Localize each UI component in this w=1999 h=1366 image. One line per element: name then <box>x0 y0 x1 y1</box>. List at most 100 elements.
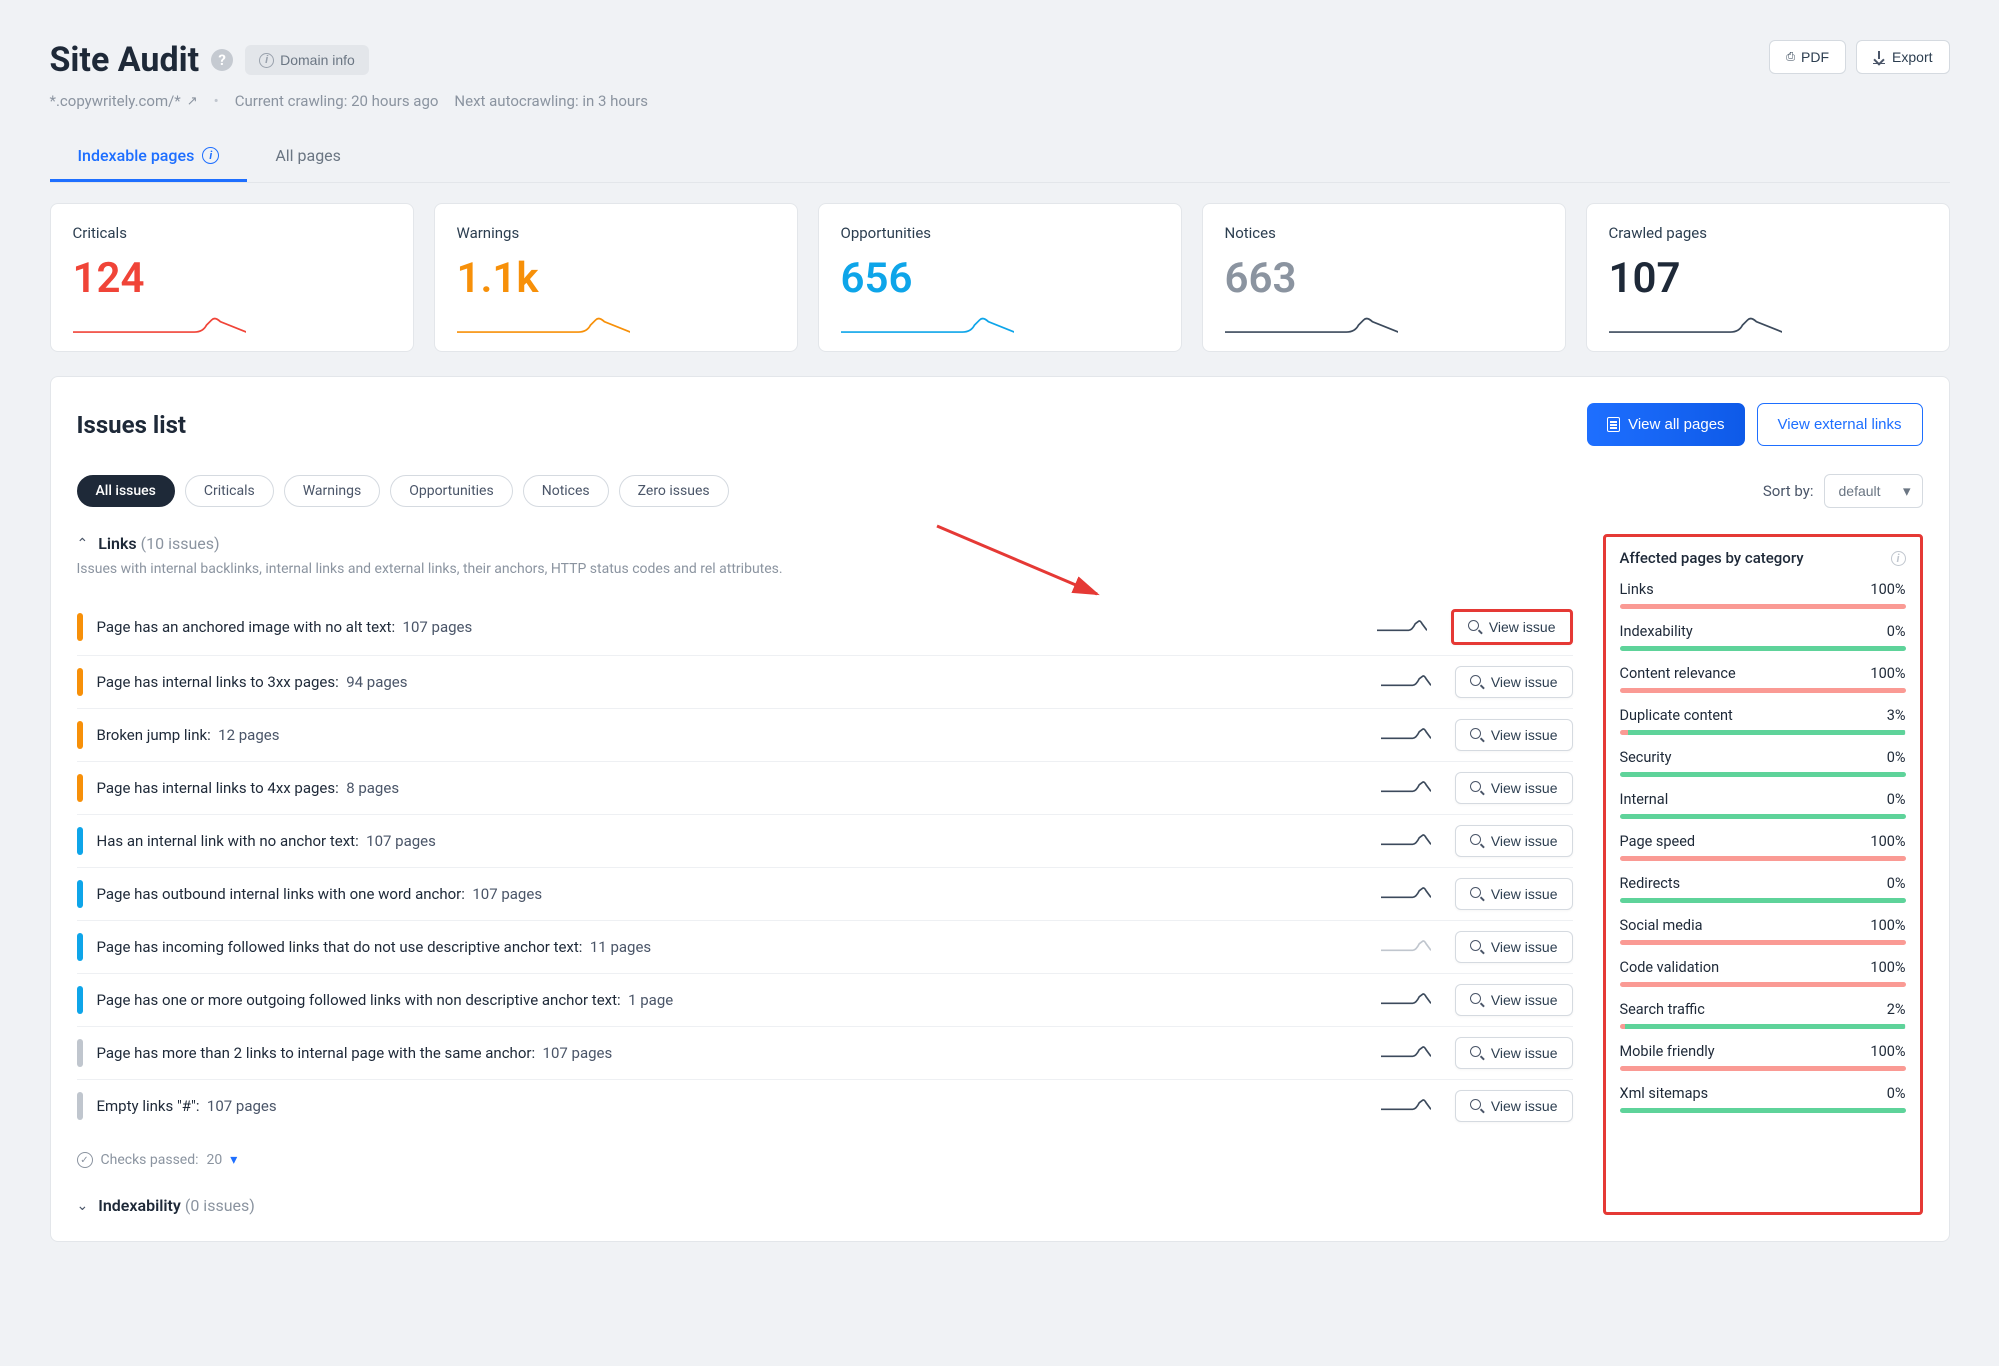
filter-chip[interactable]: Opportunities <box>390 475 513 507</box>
view-external-links-button[interactable]: View external links <box>1757 403 1923 446</box>
category-item[interactable]: Indexability 0% <box>1620 623 1906 651</box>
category-pct: 100% <box>1870 581 1905 598</box>
tab-indexable-pages[interactable]: Indexable pages i <box>50 132 248 182</box>
issue-row: Has an internal link with no anchor text… <box>77 814 1573 867</box>
checks-passed[interactable]: ✓ Checks passed: 20 ▾ <box>77 1152 1573 1168</box>
severity-indicator <box>77 880 83 908</box>
search-icon <box>1470 728 1484 742</box>
category-pct: 2% <box>1887 1001 1906 1018</box>
issue-pages-count: 107 pages <box>403 618 473 636</box>
filter-chip[interactable]: Zero issues <box>619 475 729 507</box>
pdf-icon: ⎙ <box>1786 51 1794 64</box>
issue-pages-count: 1 page <box>628 991 673 1009</box>
category-item[interactable]: Code validation 100% <box>1620 959 1906 987</box>
checks-passed-value: 20 <box>207 1152 223 1168</box>
issue-text[interactable]: Has an internal link with no anchor text… <box>97 832 1367 850</box>
view-issue-button[interactable]: View issue <box>1455 878 1573 910</box>
sparkline <box>1381 672 1431 692</box>
issue-text[interactable]: Page has an anchored image with no alt t… <box>97 618 1363 636</box>
view-issue-button[interactable]: View issue <box>1451 609 1573 645</box>
filter-chip[interactable]: Criticals <box>185 475 274 507</box>
view-issue-button[interactable]: View issue <box>1455 984 1573 1016</box>
view-issue-label: View issue <box>1491 886 1558 902</box>
category-item[interactable]: Duplicate content 3% <box>1620 707 1906 735</box>
stat-value: 124 <box>73 254 391 303</box>
category-pct: 100% <box>1870 959 1905 976</box>
view-issue-label: View issue <box>1491 939 1558 955</box>
category-item[interactable]: Links 100% <box>1620 581 1906 609</box>
issue-text[interactable]: Page has internal links to 4xx pages: 8 … <box>97 779 1367 797</box>
tab-indexable-label: Indexable pages <box>78 146 195 165</box>
sort-select[interactable]: default <box>1824 474 1923 508</box>
category-name: Redirects <box>1620 875 1681 892</box>
category-item[interactable]: Xml sitemaps 0% <box>1620 1085 1906 1113</box>
issue-row: Page has more than 2 links to internal p… <box>77 1026 1573 1079</box>
category-item[interactable]: Security 0% <box>1620 749 1906 777</box>
links-section-title: Links (10 issues) <box>98 534 219 553</box>
issue-text[interactable]: Page has more than 2 links to internal p… <box>97 1044 1367 1062</box>
search-icon <box>1470 675 1484 689</box>
view-issue-button[interactable]: View issue <box>1455 1037 1573 1069</box>
stat-card[interactable]: Criticals 124 <box>50 203 414 352</box>
view-issue-button[interactable]: View issue <box>1455 825 1573 857</box>
domain-link[interactable]: *.copywritely.com/* ↗ <box>50 92 198 110</box>
category-pct: 100% <box>1870 833 1905 850</box>
info-icon[interactable]: i <box>1891 551 1906 566</box>
category-name: Duplicate content <box>1620 707 1733 724</box>
category-item[interactable]: Redirects 0% <box>1620 875 1906 903</box>
category-pct: 0% <box>1887 1085 1906 1102</box>
stat-value: 656 <box>841 254 1159 303</box>
issue-text[interactable]: Page has one or more outgoing followed l… <box>97 991 1367 1009</box>
category-item[interactable]: Search traffic 2% <box>1620 1001 1906 1029</box>
issue-text[interactable]: Broken jump link: 12 pages <box>97 726 1367 744</box>
sparkline <box>1381 1043 1431 1063</box>
info-icon: i <box>259 53 274 68</box>
category-item[interactable]: Internal 0% <box>1620 791 1906 819</box>
sparkline <box>1381 990 1431 1010</box>
filter-chip[interactable]: Notices <box>523 475 609 507</box>
tab-all-label: All pages <box>275 146 341 165</box>
filter-chip[interactable]: Warnings <box>284 475 381 507</box>
view-issue-label: View issue <box>1491 780 1558 796</box>
links-section-toggle[interactable]: ⌃ Links (10 issues) <box>77 534 1573 553</box>
view-all-pages-button[interactable]: View all pages <box>1587 403 1744 446</box>
category-name: Social media <box>1620 917 1703 934</box>
category-item[interactable]: Mobile friendly 100% <box>1620 1043 1906 1071</box>
view-issue-button[interactable]: View issue <box>1455 666 1573 698</box>
stat-card[interactable]: Opportunities 656 <box>818 203 1182 352</box>
category-name: Internal <box>1620 791 1669 808</box>
stat-value: 663 <box>1225 254 1543 303</box>
stat-card[interactable]: Crawled pages 107 <box>1586 203 1950 352</box>
view-issue-button[interactable]: View issue <box>1455 931 1573 963</box>
stat-label: Criticals <box>73 224 391 242</box>
category-item[interactable]: Social media 100% <box>1620 917 1906 945</box>
stat-card[interactable]: Warnings 1.1k <box>434 203 798 352</box>
view-issue-label: View issue <box>1491 992 1558 1008</box>
domain-info-button[interactable]: i Domain info <box>245 45 369 75</box>
pdf-button[interactable]: ⎙ PDF <box>1769 40 1846 74</box>
indexability-section-toggle[interactable]: ⌄ Indexability (0 issues) <box>77 1196 1573 1215</box>
issue-row: Broken jump link: 12 pages View issue <box>77 708 1573 761</box>
issue-text[interactable]: Page has outbound internal links with on… <box>97 885 1367 903</box>
issue-text[interactable]: Page has incoming followed links that do… <box>97 938 1367 956</box>
help-icon[interactable]: ? <box>211 49 233 71</box>
view-issue-button[interactable]: View issue <box>1455 1090 1573 1122</box>
issue-row: Page has internal links to 4xx pages: 8 … <box>77 761 1573 814</box>
tab-all-pages[interactable]: All pages <box>247 132 369 182</box>
category-item[interactable]: Page speed 100% <box>1620 833 1906 861</box>
category-bar <box>1620 814 1906 819</box>
severity-indicator <box>77 1092 83 1120</box>
category-name: Code validation <box>1620 959 1720 976</box>
sparkline <box>457 313 630 339</box>
category-item[interactable]: Content relevance 100% <box>1620 665 1906 693</box>
category-name: Xml sitemaps <box>1620 1085 1709 1102</box>
issue-text[interactable]: Page has internal links to 3xx pages: 94… <box>97 673 1367 691</box>
export-button[interactable]: Export <box>1856 40 1949 74</box>
view-issue-button[interactable]: View issue <box>1455 719 1573 751</box>
filter-chip[interactable]: All issues <box>77 475 175 507</box>
sparkline <box>1609 313 1782 339</box>
stat-card[interactable]: Notices 663 <box>1202 203 1566 352</box>
issue-text[interactable]: Empty links "#": 107 pages <box>97 1097 1367 1115</box>
chevron-up-icon: ⌃ <box>77 536 89 552</box>
view-issue-button[interactable]: View issue <box>1455 772 1573 804</box>
